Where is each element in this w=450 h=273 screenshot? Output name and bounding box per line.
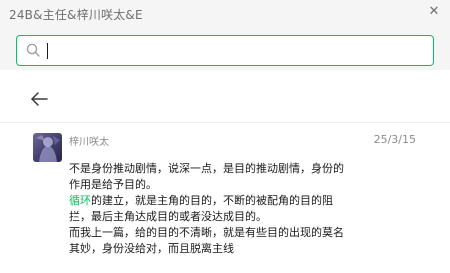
message-line: 拦，最后主角达成目的或者没达成目的。 xyxy=(69,209,369,225)
close-icon[interactable]: ✕ xyxy=(427,5,441,19)
title-bar: 24B&主任&梓川咲太&E ✕ xyxy=(0,0,450,28)
message-date: 25/3/15 xyxy=(373,133,416,146)
avatar[interactable] xyxy=(33,133,62,162)
search-highlight: 循环 xyxy=(69,194,91,207)
message-body: 不是身份推动剧情，说深一点，是目的推动剧情，身份的 作用是给予目的。 循环的建立，就… xyxy=(69,161,369,257)
arrow-left-icon[interactable] xyxy=(30,90,52,108)
search-input[interactable] xyxy=(46,40,416,60)
message-line: 作用是给予目的。 xyxy=(69,177,369,193)
message-line: 不是身份推动剧情，说深一点，是目的推动剧情，身份的 xyxy=(69,161,369,177)
sender-name: 梓川咲太 xyxy=(69,137,109,148)
chat-history-window: 24B&主任&梓川咲太&E ✕ 梓川咲太 25/3/15 不是身份推动剧情，说深… xyxy=(0,0,450,273)
text-caret xyxy=(47,43,48,59)
search-area xyxy=(0,28,450,70)
search-box[interactable] xyxy=(16,35,434,66)
message-text: 的建立，就是主角的目的，不断的被配角的目的阻 xyxy=(91,194,333,207)
message-line: 循环的建立，就是主角的目的，不断的被配角的目的阻 xyxy=(69,193,369,209)
message-text: 而我上一篇，给的目的不清晰，就是有些目的出现的莫名 xyxy=(69,226,344,239)
message-text: 其妙，身份没给对，而且脱离主线 xyxy=(69,242,234,255)
message-text: 拦，最后主角达成目的或者没达成目的。 xyxy=(69,210,267,223)
window-title: 24B&主任&梓川咲太&E xyxy=(9,8,143,22)
divider xyxy=(0,122,450,123)
message-line: 而我上一篇，给的目的不清晰，就是有些目的出现的莫名 xyxy=(69,225,369,241)
message-text: 作用是给予目的。 xyxy=(69,178,157,191)
search-icon xyxy=(26,43,40,57)
message-text: 不是身份推动剧情，说深一点，是目的推动剧情，身份的 xyxy=(69,162,344,175)
message-line: 其妙，身份没给对，而且脱离主线 xyxy=(69,241,369,257)
